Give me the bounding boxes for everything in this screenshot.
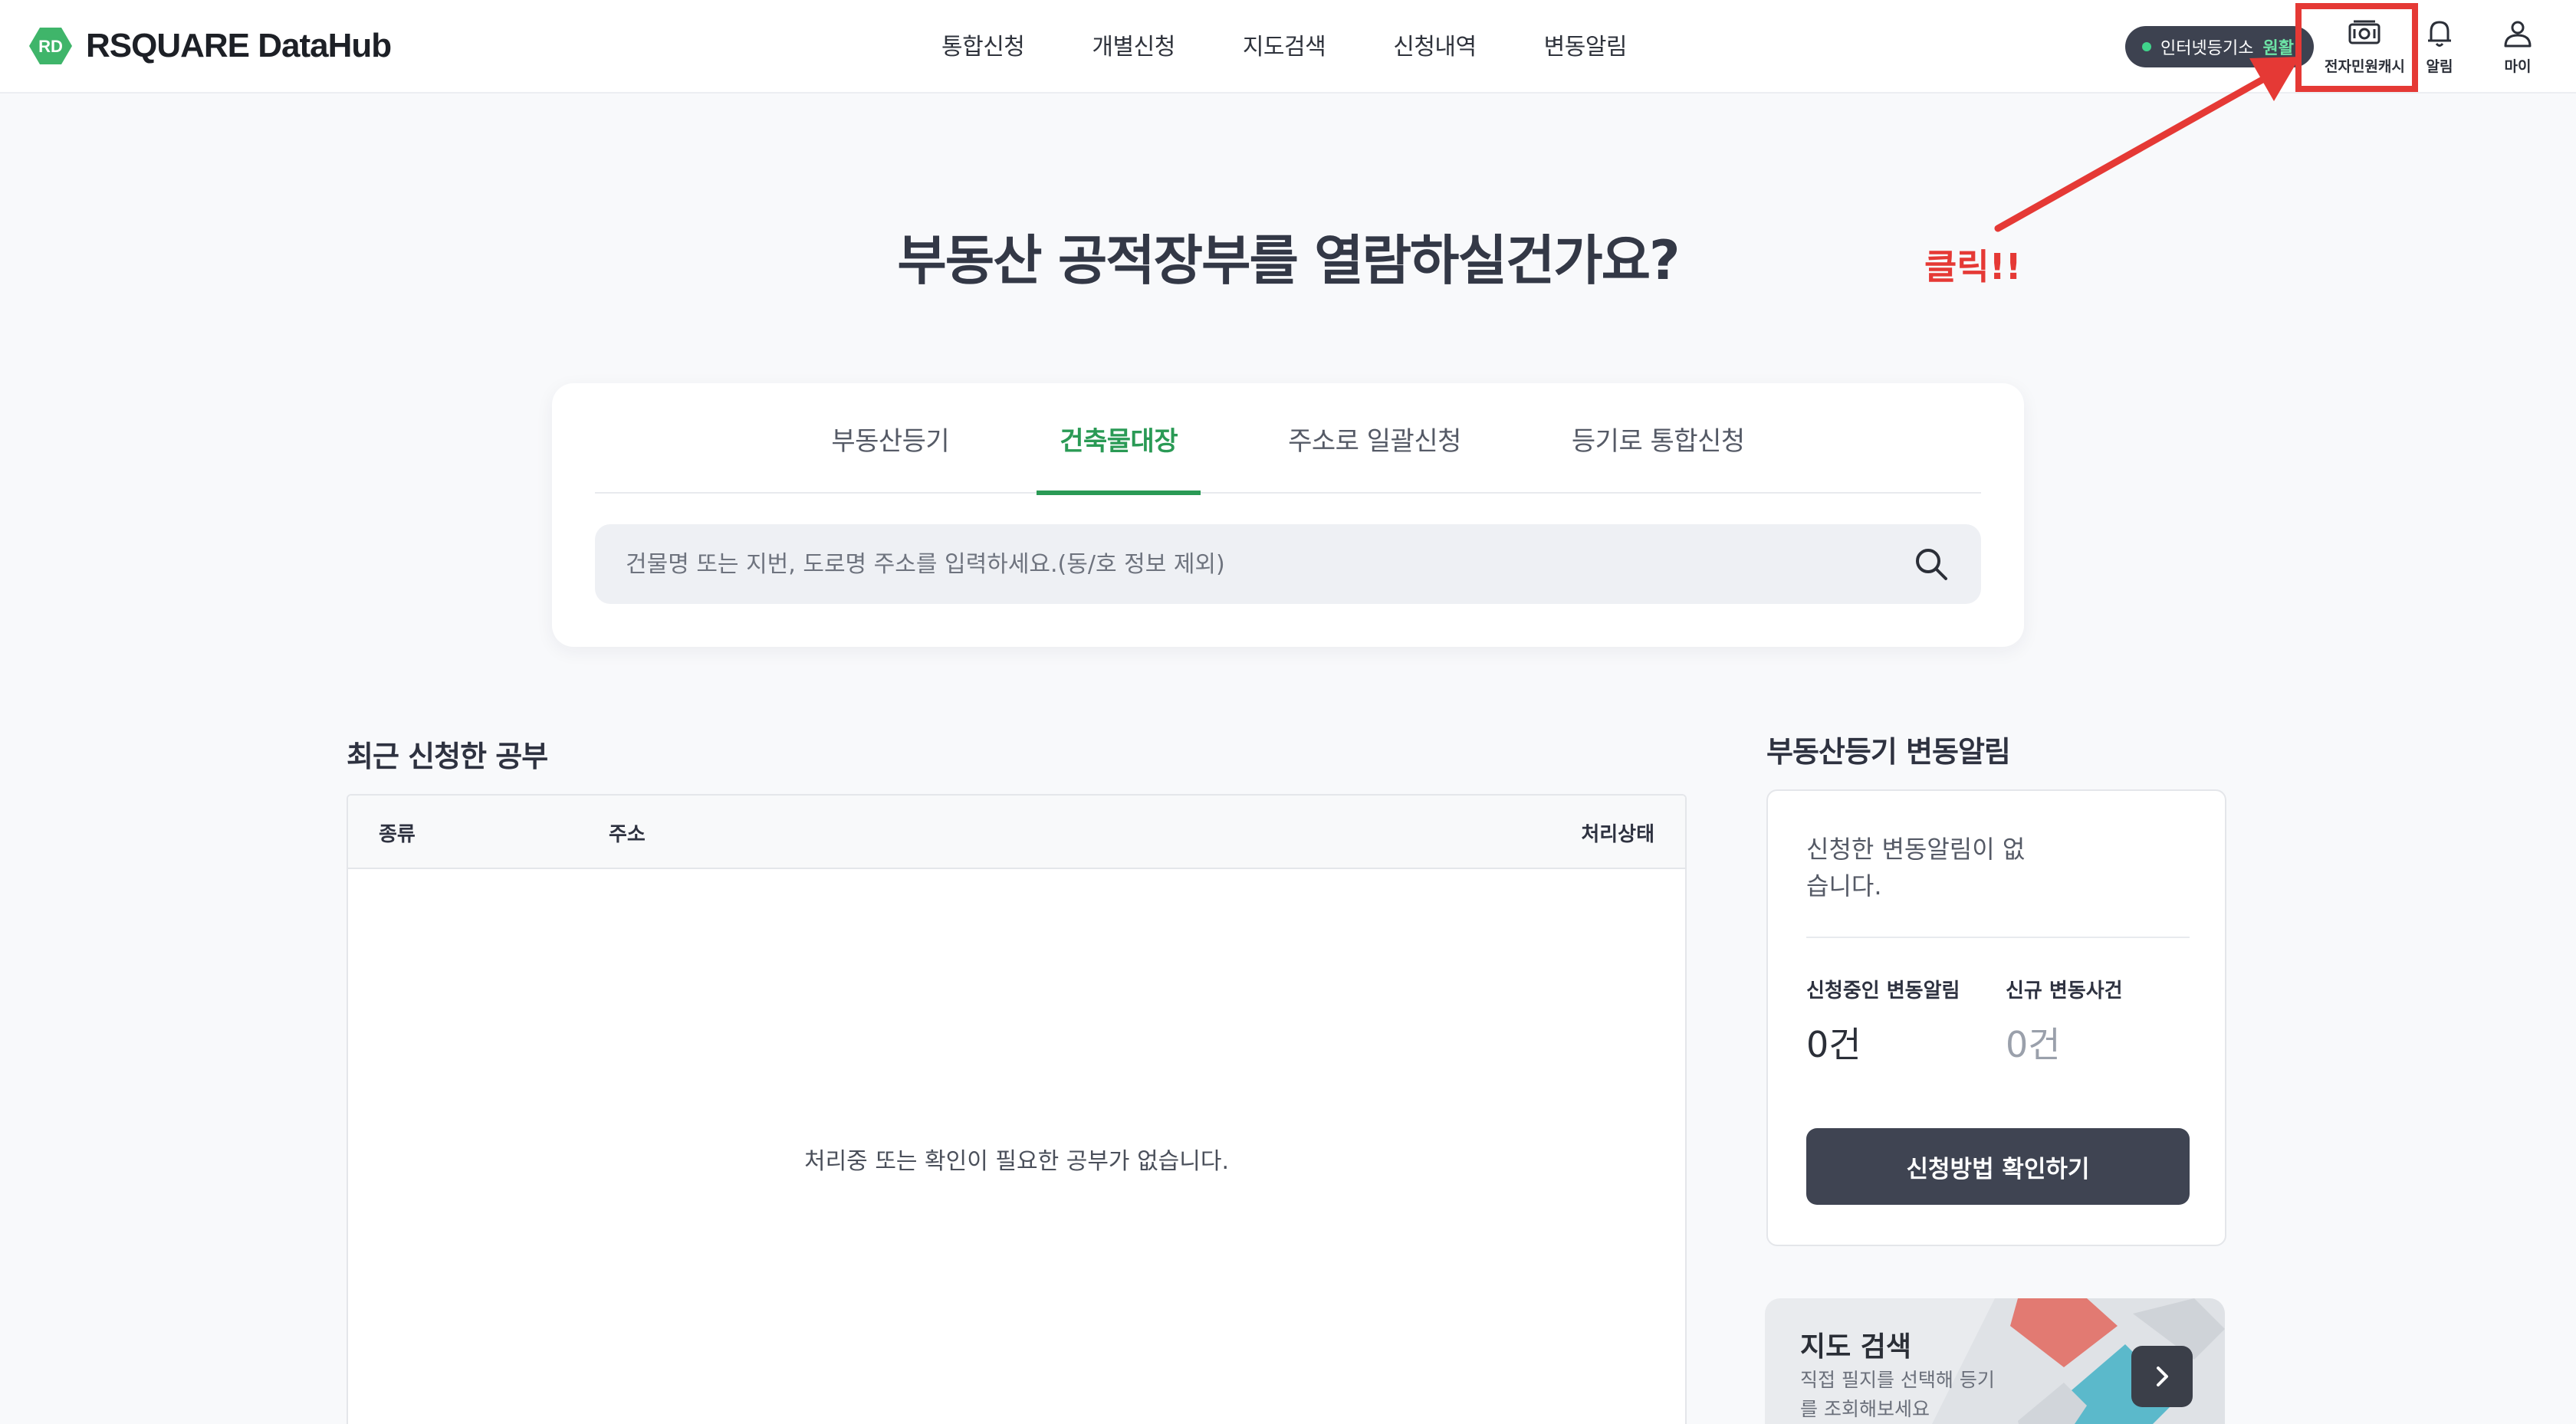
table-header: 종류 주소 처리상태 (348, 796, 1685, 869)
column-address: 주소 (609, 823, 646, 846)
tab-real-estate-registry[interactable]: 부동산등기 (808, 383, 972, 494)
change-alert-card: 신청한 변동알림이 없습니다. 신청중인 변동알림 0건 신규 변동사건 0건 … (1766, 789, 2226, 1246)
search-card: 부동산등기 건축물대장 주소로 일괄신청 등기로 통합신청 (552, 383, 2024, 647)
map-search-description: 직접 필지를 선택해 등기를 조회해보세요 (1800, 1369, 1995, 1420)
registry-status-badge: 인터넷등기소 원활 (2125, 26, 2314, 67)
stat-pending-alerts: 신청중인 변동알림 0건 (1806, 975, 1960, 1068)
stat-new-events: 신규 변동사건 0건 (2006, 975, 2123, 1068)
annotation-text: 클릭!! (1924, 246, 2022, 287)
logo-mark-icon: RD (29, 28, 72, 64)
stat-value: 0건 (1806, 1024, 1861, 1065)
svg-text:RD: RD (38, 37, 63, 56)
map-search-card[interactable]: 지도 검색 직접 필지를 선택해 등기를 조회해보세요 (1765, 1298, 2225, 1424)
empty-state-message: 처리중 또는 확인이 필요한 공부가 없습니다. (803, 1148, 1230, 1175)
nav-history[interactable]: 신청내역 (1393, 28, 1477, 61)
status-dot-icon (2142, 42, 2151, 51)
my-label: 마이 (2504, 58, 2532, 75)
bell-icon (2428, 21, 2451, 47)
page-title: 부동산 공적장부를 열람하실건가요? (897, 229, 1680, 292)
status-value: 원활 (2262, 39, 2294, 58)
change-alert-title: 부동산등기 변동알림 (1766, 735, 2011, 769)
recent-docs-table: 종류 주소 처리상태 처리중 또는 확인이 필요한 공부가 없습니다. (347, 794, 1687, 1424)
main-nav: 통합신청 개별신청 지도검색 신청내역 변동알림 (941, 28, 1628, 61)
status-label: 인터넷등기소 (2160, 39, 2254, 58)
alarm-button[interactable]: 알림 (2423, 18, 2456, 76)
brand-logo[interactable]: RD RSQUARE DataHub (29, 26, 392, 66)
search-input[interactable] (626, 550, 1912, 578)
my-page-button[interactable]: 마이 (2501, 18, 2535, 76)
stat-label: 신청중인 변동알림 (1806, 979, 1960, 1002)
how-to-apply-button[interactable]: 신청방법 확인하기 (1806, 1128, 2190, 1205)
column-status: 처리상태 (1581, 823, 1654, 846)
chevron-right-icon (2157, 1367, 2168, 1386)
recent-docs-title: 최근 신청한 공부 (347, 740, 548, 773)
alarm-label: 알림 (2426, 58, 2453, 75)
highlight-box (2295, 3, 2418, 92)
stat-label: 신규 변동사건 (2006, 979, 2123, 1002)
column-type: 종류 (379, 823, 416, 846)
tab-bulk-by-address[interactable]: 주소로 일괄신청 (1265, 383, 1484, 494)
nav-integrated-apply[interactable]: 통합신청 (941, 28, 1025, 61)
tab-integrated-by-registry[interactable]: 등기로 통합신청 (1549, 383, 1768, 494)
top-header: RD RSQUARE DataHub 통합신청 개별신청 지도검색 신청내역 변… (0, 0, 2576, 94)
nav-map-search[interactable]: 지도검색 (1243, 28, 1326, 61)
map-open-button[interactable] (2131, 1346, 2193, 1407)
search-icon[interactable] (1912, 545, 1950, 583)
search-tabs: 부동산등기 건축물대장 주소로 일괄신청 등기로 통합신청 (595, 383, 1981, 495)
search-box (595, 524, 1981, 604)
stat-value: 0건 (2006, 1024, 2061, 1065)
brand-name: RSQUARE DataHub (86, 27, 392, 64)
tab-building-ledger[interactable]: 건축물대장 (1037, 383, 1201, 495)
alert-empty-message: 신청한 변동알림이 없습니다. (1806, 835, 2026, 901)
nav-individual-apply[interactable]: 개별신청 (1092, 28, 1175, 61)
map-search-title: 지도 검색 (1800, 1331, 1912, 1363)
nav-change-alert[interactable]: 변동알림 (1544, 28, 1628, 61)
user-icon (2504, 21, 2532, 48)
divider (1806, 937, 2190, 938)
